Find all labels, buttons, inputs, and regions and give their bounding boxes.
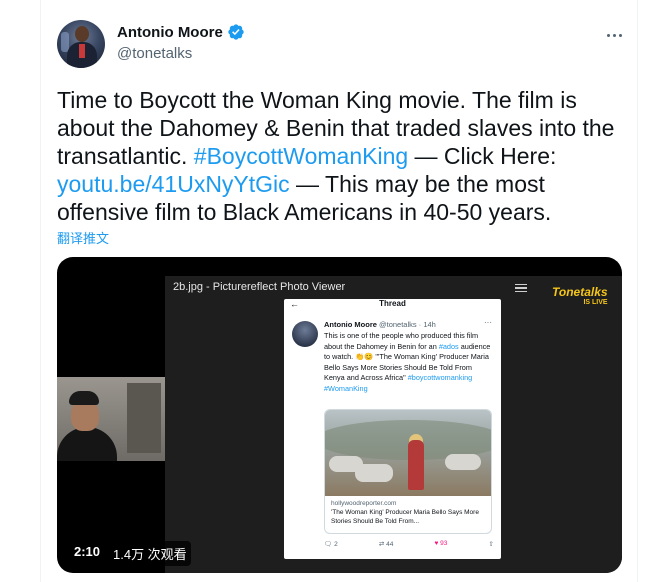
embedded-card-title: 'The Woman King' Producer Maria Bello Sa…	[331, 509, 479, 525]
hashtag-link[interactable]: #BoycottWomanKing	[194, 143, 408, 169]
embedded-more-icon: ···	[484, 318, 492, 327]
embedded-tweet-screenshot: ← Thread Antonio Moore @tonetalks · 14h …	[284, 299, 501, 559]
timeline-border-left	[40, 0, 41, 582]
translate-tweet-link[interactable]: 翻译推文	[57, 228, 109, 247]
embedded-actions: 🗨 2 ⇄ 44 ♥ 93 ⇧	[324, 540, 494, 548]
embedded-name-row: Antonio Moore @tonetalks · 14h	[324, 320, 436, 329]
embedded-share-icon: ⇧	[488, 541, 494, 548]
embedded-reply-count: 🗨 2	[324, 541, 338, 548]
brand-name: Tonetalks	[552, 285, 608, 299]
embedded-name: Antonio Moore	[324, 320, 377, 329]
embedded-retweet-count: ⇄ 44	[378, 541, 394, 548]
photo-viewer-title: 2b.jpg - Picturereflect Photo Viewer	[173, 281, 346, 293]
author-avatar[interactable]	[57, 20, 105, 68]
menu-icon	[515, 284, 527, 292]
verified-icon	[228, 24, 244, 40]
embedded-like-count: ♥ 93	[434, 540, 448, 547]
video-views-badge: 1.4万 次观看	[109, 541, 191, 566]
author-display-name[interactable]: Antonio Moore	[117, 24, 223, 41]
tweet-text-part2: — Click Here:	[408, 143, 557, 169]
embedded-card-domain: hollywoodreporter.com	[331, 500, 397, 507]
youtube-link[interactable]: youtu.be/41UxNyYtGic	[57, 171, 290, 197]
video-player[interactable]: 2b.jpg - Picturereflect Photo Viewer Ton…	[57, 257, 622, 573]
embedded-handle-time: @tonetalks · 14h	[379, 320, 436, 329]
embedded-body: This is one of the people who produced t…	[324, 331, 491, 393]
stream-brand-logo: Tonetalks IS LIVE	[552, 283, 608, 306]
author-handle[interactable]: @tonetalks	[117, 45, 192, 62]
brand-sub: IS LIVE	[583, 299, 608, 306]
author-name-row: Antonio Moore	[117, 23, 245, 41]
tweet-text: Time to Boycott the Woman King movie. Th…	[57, 86, 632, 226]
timeline-border-right	[637, 0, 638, 582]
video-duration-badge: 2:10	[70, 541, 105, 562]
more-icon[interactable]	[603, 24, 625, 46]
embedded-thread-header: Thread	[379, 299, 406, 308]
embedded-link-card: hollywoodreporter.com 'The Woman King' P…	[324, 409, 492, 534]
webcam-feed	[57, 377, 165, 461]
embedded-avatar	[292, 321, 318, 347]
embedded-card-image	[325, 410, 491, 496]
